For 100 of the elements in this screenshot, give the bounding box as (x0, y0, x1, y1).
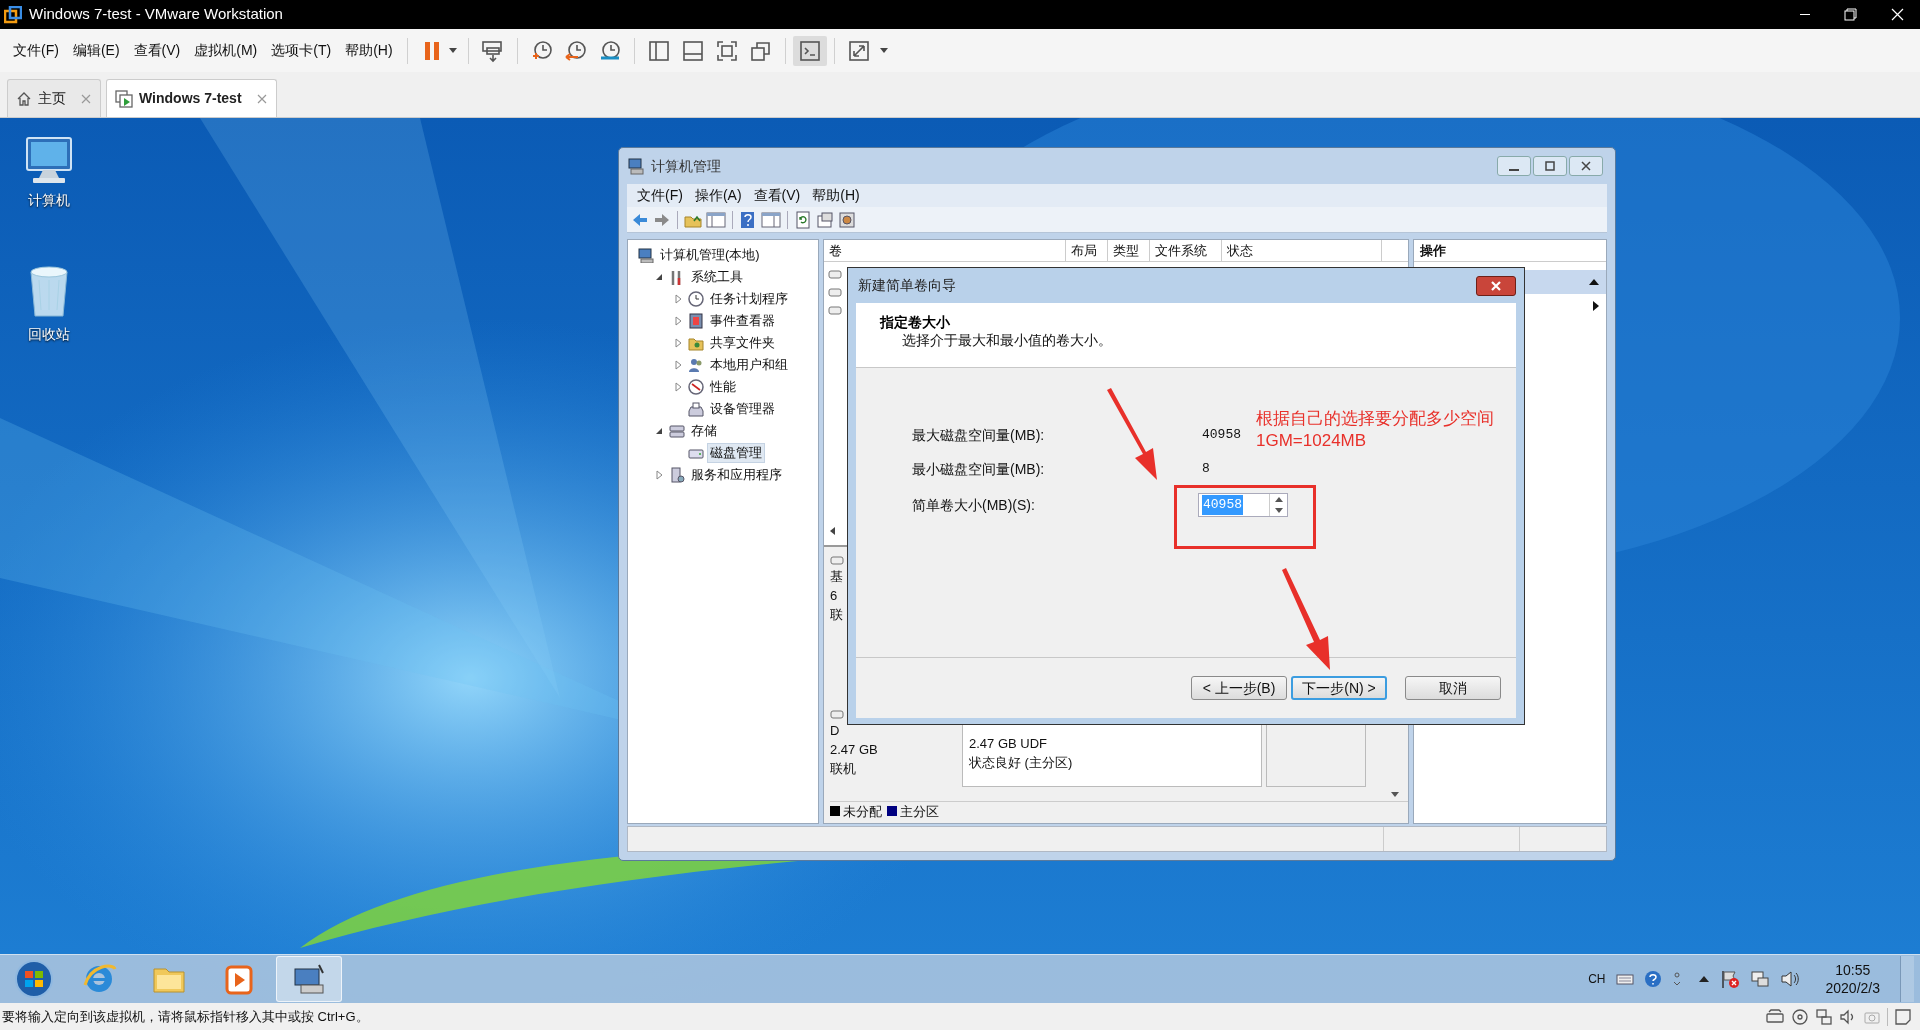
legend-label: 未分配 (843, 802, 882, 821)
expand-arrow-icon[interactable] (653, 469, 665, 481)
disc-icon[interactable] (1791, 1007, 1809, 1026)
start-orb-icon (14, 959, 54, 999)
more-actions-arrow-icon[interactable] (1592, 300, 1600, 312)
message-icon[interactable] (1894, 1007, 1912, 1026)
help-icon[interactable] (739, 210, 757, 229)
show-hidden-icons-icon[interactable] (1697, 974, 1710, 984)
step-heading: 指定卷大小 (880, 313, 951, 331)
speaker-icon[interactable] (1779, 969, 1800, 989)
vmware-logo-icon (4, 5, 22, 24)
tree-item[interactable]: 存储 (688, 421, 720, 441)
scroll-left-icon[interactable] (828, 525, 838, 537)
menu-item[interactable]: 文件(F) (6, 40, 66, 61)
desktop-icon-label[interactable]: 计算机 (28, 190, 70, 211)
field-value: 40958 (1202, 426, 1241, 445)
disk-info-text: 6 (830, 587, 839, 605)
clock[interactable]: 10:55 2020/2/3 (1825, 961, 1880, 997)
language-indicator[interactable]: CH (1588, 970, 1606, 988)
menu-item[interactable]: 编辑(E) (65, 40, 127, 61)
properties-icon[interactable] (816, 210, 834, 229)
expand-arrow-icon[interactable] (672, 315, 684, 327)
refresh-icon[interactable] (794, 210, 812, 229)
expand-arrow-icon[interactable] (672, 381, 684, 393)
dialog-button[interactable]: < 上一步(B) (1191, 676, 1287, 700)
scroll-down-icon[interactable] (1390, 791, 1400, 799)
field-label: 最小磁盘空间量(MB): (912, 459, 1046, 479)
legend-label: 主分区 (900, 802, 939, 821)
menu-item[interactable]: 帮助(H) (806, 185, 866, 206)
tree-item[interactable]: 本地用户和组 (707, 355, 791, 375)
field-label: 最大磁盘空间量(MB): (912, 425, 1046, 445)
clock-icon (688, 291, 704, 307)
window-title: Windows 7-test - VMware Workstation (29, 4, 283, 25)
annotation-text: 根据自己的选择要分配多少空间 (1256, 408, 1494, 430)
disk-info-text: 2.47 GB (830, 741, 879, 759)
menu-item[interactable]: 帮助(H) (338, 40, 400, 61)
menu-item[interactable]: 查看(V) (747, 185, 807, 206)
tree-item[interactable]: 任务计划程序 (707, 289, 791, 309)
tree-item[interactable]: 设备管理器 (707, 399, 778, 419)
expand-arrow-icon[interactable] (672, 293, 684, 305)
drive-icon (830, 553, 844, 567)
tree-item[interactable]: 系统工具 (688, 267, 746, 287)
tab[interactable]: Windows 7-test (106, 79, 277, 117)
tree-item[interactable]: 共享文件夹 (707, 333, 778, 353)
computer-icon (638, 247, 654, 263)
column-header[interactable]: 状态 (1222, 240, 1382, 261)
tree-item[interactable]: 服务和应用程序 (688, 465, 785, 485)
flag-icon[interactable] (1719, 969, 1740, 989)
taskbar-button[interactable] (276, 956, 342, 1002)
close-icon[interactable] (80, 92, 92, 105)
computer-management-icon (627, 157, 645, 175)
tab[interactable]: 主页 (7, 79, 101, 117)
tree-item[interactable]: 性能 (707, 377, 739, 397)
close-icon[interactable] (255, 92, 268, 105)
close-icon (1490, 279, 1502, 292)
close-button[interactable] (1476, 275, 1516, 296)
expand-arrow-icon[interactable] (672, 359, 684, 371)
show-pane-icon[interactable] (761, 210, 781, 229)
drive-icon (669, 423, 685, 439)
input-options-icon[interactable] (1671, 970, 1682, 988)
console-tree-icon[interactable] (706, 210, 726, 229)
menu-item[interactable]: 文件(F) (631, 185, 689, 206)
menu-item[interactable]: 操作(A) (688, 185, 748, 206)
drive-icon (830, 707, 844, 721)
maximize-icon (1545, 161, 1555, 171)
column-header[interactable]: 布局 (1066, 240, 1108, 261)
column-header[interactable]: 类型 (1108, 240, 1150, 261)
menu-item[interactable]: 查看(V) (126, 40, 188, 61)
expand-arrow-icon[interactable] (672, 337, 684, 349)
step-description: 选择介于最大和最小值的卷大小。 (902, 331, 1113, 349)
annotation-text: 1GM=1024MB (1256, 430, 1368, 452)
tree-item[interactable]: 磁盘管理 (707, 443, 765, 463)
home-icon (16, 90, 32, 107)
disk-info-text: 基 (830, 568, 844, 586)
disk-info-text: 联机 (830, 760, 857, 778)
dialog-button[interactable]: 取消 (1405, 676, 1501, 700)
network-icon[interactable] (1815, 1007, 1833, 1026)
dialog-button[interactable]: 下一步(N) > (1291, 676, 1387, 700)
desktop-icon-label[interactable]: 回收站 (28, 324, 70, 345)
disk-info-text: 联 (830, 606, 844, 624)
server-icon (669, 467, 685, 483)
menu-item[interactable]: 虚拟机(M) (187, 40, 265, 61)
hard-disk-icon[interactable] (1765, 1007, 1785, 1026)
column-header[interactable]: 文件系统 (1150, 240, 1222, 261)
dialog-title: 新建简单卷向导 (858, 276, 956, 295)
partition-info-text: 2.47 GB UDF (969, 735, 1049, 753)
minimize-icon (1509, 169, 1519, 171)
folder-icon (688, 335, 704, 351)
menu-item[interactable]: 选项卡(T) (264, 40, 339, 61)
keyboard-icon[interactable] (1615, 972, 1634, 986)
tree-item[interactable]: 计算机管理(本地) (657, 245, 763, 265)
network-icon[interactable] (1749, 969, 1770, 989)
maximize-button[interactable] (1533, 156, 1567, 176)
help-icon[interactable] (1643, 970, 1662, 988)
tree-item[interactable]: 事件查看器 (707, 311, 778, 331)
settings-icon[interactable] (838, 210, 856, 229)
close-button[interactable] (1569, 156, 1603, 176)
collapse-up-icon (1588, 278, 1600, 286)
minimize-button[interactable] (1497, 156, 1531, 176)
column-header[interactable]: 卷 (824, 240, 1066, 261)
